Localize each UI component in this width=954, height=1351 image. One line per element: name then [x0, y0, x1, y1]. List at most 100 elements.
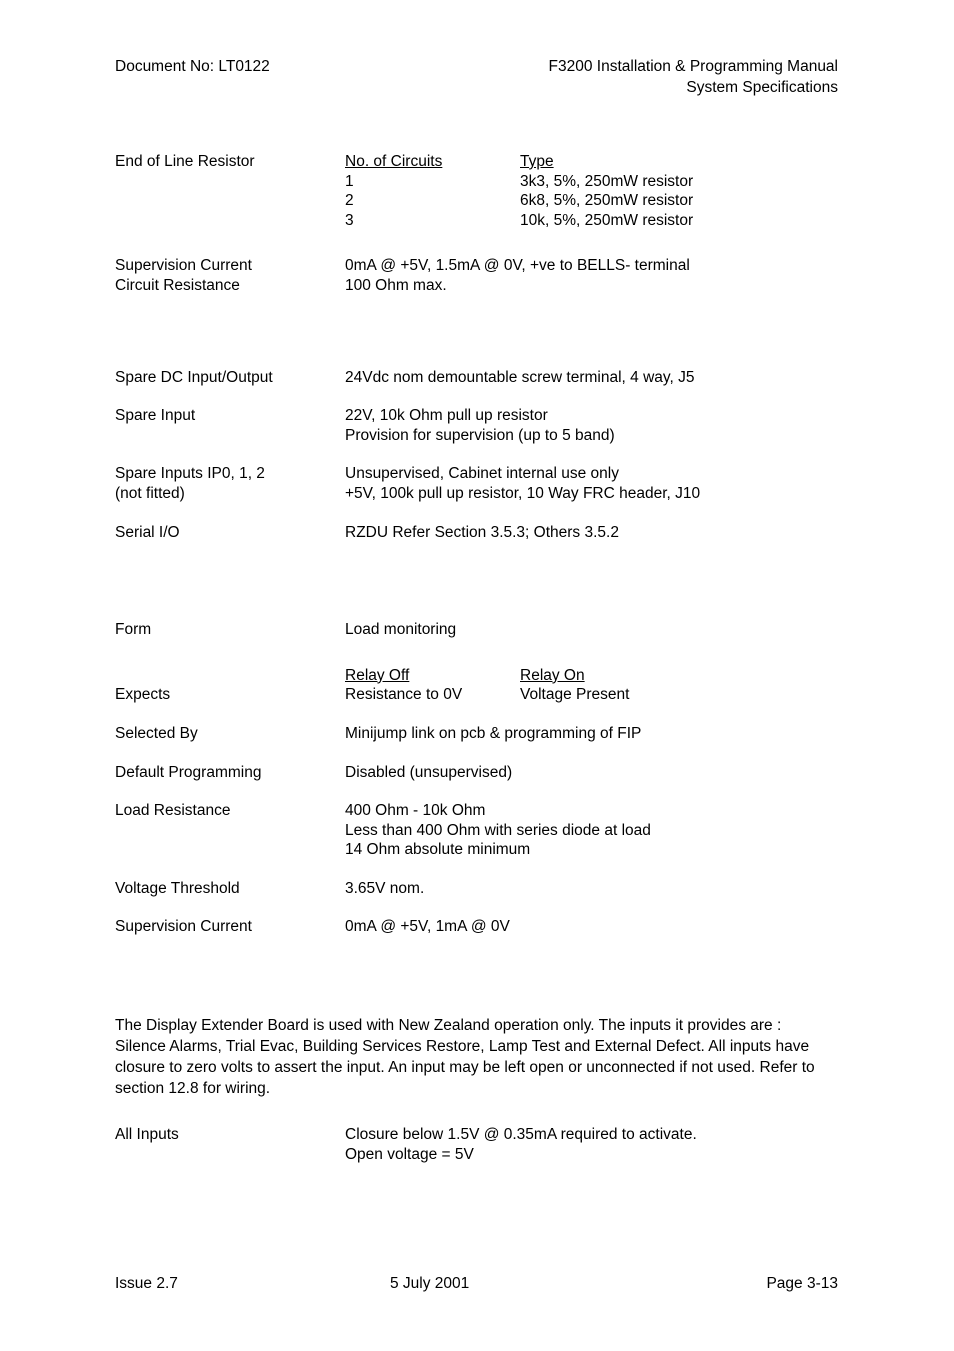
spec-row-circuit-resistance: Circuit Resistance 100 Ohm max.	[115, 276, 875, 296]
spec-label-all-inputs: All Inputs	[115, 1126, 179, 1144]
spec-value-voltage-threshold: 3.65V nom.	[345, 879, 425, 897]
spec-value-spare-input: 22V, 10k Ohm pull up resistor Provision …	[345, 406, 875, 445]
spec-label-serial-io: Serial I/O	[115, 523, 180, 541]
column-header-no-of-circuits: No. of Circuits	[345, 153, 443, 170]
spec-value-serial-io: RZDU Refer Section 3.5.3; Others 3.5.2	[345, 523, 619, 541]
relay-table-header-row: Relay Off Relay On	[115, 666, 875, 686]
spec-label-default-programming: Default Programming	[115, 763, 262, 781]
spec-row-supervision-current-load: Supervision Current 0mA @ +5V, 1mA @ 0V	[115, 917, 875, 937]
spec-row-spare-input: Spare Input 22V, 10k Ohm pull up resisto…	[115, 406, 875, 445]
spec-value-selected-by: Minijump link on pcb & programming of FI…	[345, 724, 642, 742]
eol-circuits-value: 1	[345, 172, 354, 190]
spec-label-spare-inputs-ip: Spare Inputs IP0, 1, 2 (not fitted)	[115, 464, 345, 503]
spec-value-supervision-current-load: 0mA @ +5V, 1mA @ 0V	[345, 918, 510, 936]
relay-on-value: Voltage Present	[520, 686, 630, 704]
column-header-relay-on: Relay On	[520, 666, 585, 684]
spare-inputs-label-line-1: Spare Inputs IP0, 1, 2	[115, 465, 265, 483]
spec-value-load-resistance: 400 Ohm - 10k Ohm Less than 400 Ohm with…	[345, 801, 875, 860]
footer-issue: Issue 2.7	[115, 1275, 178, 1292]
load-resistance-line-1: 400 Ohm - 10k Ohm	[345, 802, 486, 820]
relay-table-row: Resistance to 0V Voltage Present	[345, 685, 875, 705]
spec-row-spare-dc-io: Spare DC Input/Output 24Vdc nom demounta…	[115, 368, 875, 388]
page-header: Document No: LT0122 F3200 Installation &…	[115, 56, 838, 98]
spec-label-voltage-threshold: Voltage Threshold	[115, 879, 240, 897]
eol-type-value: 10k, 5%, 250mW resistor	[520, 211, 694, 229]
spec-row-selected-by: Selected By Minijump link on pcb & progr…	[115, 724, 875, 744]
spec-value-supervision-current: 0mA @ +5V, 1.5mA @ 0V, +ve to BELLS- ter…	[345, 257, 690, 275]
spec-label-load-resistance: Load Resistance	[115, 802, 231, 820]
spec-label-expects: Expects	[115, 686, 171, 704]
spare-inputs-line-1: Unsupervised, Cabinet internal use only	[345, 465, 619, 483]
spare-inputs-label-line-2: (not fitted)	[115, 484, 185, 502]
section-title: System Specifications	[686, 79, 838, 96]
column-header-relay-off: Relay Off	[345, 666, 410, 684]
relay-off-value: Resistance to 0V	[345, 686, 463, 704]
spec-row-all-inputs: All Inputs Closure below 1.5V @ 0.35mA r…	[115, 1125, 875, 1164]
spec-value-spare-dc-io: 24Vdc nom demountable screw terminal, 4 …	[345, 368, 695, 386]
spec-row-default-programming: Default Programming Disabled (unsupervis…	[115, 763, 875, 783]
page-footer: Issue 2.7 5 July 2001 Page 3-13	[115, 1273, 838, 1294]
spec-label-spare-input: Spare Input	[115, 407, 196, 425]
spare-input-line-1: 22V, 10k Ohm pull up resistor	[345, 407, 548, 425]
header-title-block: F3200 Installation & Programming Manual …	[549, 56, 838, 98]
eol-table-row: 2 6k8, 5%, 250mW resistor	[345, 191, 875, 211]
spec-value-spare-inputs-ip: Unsupervised, Cabinet internal use only …	[345, 464, 875, 503]
document-body: End of Line Resistor No. of Circuits Typ…	[115, 152, 875, 1164]
eol-type-value: 3k3, 5%, 250mW resistor	[520, 172, 694, 190]
spec-label-selected-by: Selected By	[115, 724, 198, 742]
spec-label-supervision-current-load: Supervision Current	[115, 918, 252, 936]
eol-table-header-row: No. of Circuits Type	[345, 152, 875, 172]
document-page: Document No: LT0122 F3200 Installation &…	[0, 0, 954, 1351]
column-header-type: Type	[520, 153, 554, 170]
display-extender-board-paragraph: The Display Extender Board is used with …	[115, 1017, 815, 1098]
eol-table-row: 3 10k, 5%, 250mW resistor	[345, 211, 875, 231]
spec-label-form: Form	[115, 621, 152, 639]
spec-row-supervision-current: Supervision Current 0mA @ +5V, 1.5mA @ 0…	[115, 256, 875, 276]
all-inputs-line-2: Open voltage = 5V	[345, 1145, 474, 1163]
eol-type-value: 6k8, 5%, 250mW resistor	[520, 192, 694, 210]
eol-table-row: 1 3k3, 5%, 250mW resistor	[345, 172, 875, 192]
spec-value-eol-resistor: No. of Circuits Type 1 3k3, 5%, 250mW re…	[345, 152, 875, 230]
spec-row-serial-io: Serial I/O RZDU Refer Section 3.5.3; Oth…	[115, 523, 875, 543]
all-inputs-line-1: Closure below 1.5V @ 0.35mA required to …	[345, 1126, 697, 1144]
spec-row-load-resistance: Load Resistance 400 Ohm - 10k Ohm Less t…	[115, 801, 875, 860]
spec-value-circuit-resistance: 100 Ohm max.	[345, 276, 447, 294]
spec-row-voltage-threshold: Voltage Threshold 3.65V nom.	[115, 879, 875, 899]
spec-value-default-programming: Disabled (unsupervised)	[345, 763, 513, 781]
footer-page-number: Page 3-13	[766, 1275, 838, 1292]
footer-date: 5 July 2001	[390, 1275, 470, 1292]
relay-header-label-spacer	[115, 666, 345, 686]
spec-label-eol-resistor: End of Line Resistor	[115, 153, 255, 170]
spec-label-circuit-resistance: Circuit Resistance	[115, 276, 240, 294]
eol-circuits-value: 3	[345, 211, 354, 229]
spec-row-expects: Expects Resistance to 0V Voltage Present	[115, 685, 875, 705]
spare-input-line-2: Provision for supervision (up to 5 band)	[345, 426, 615, 444]
spec-label-supervision-current: Supervision Current	[115, 257, 252, 275]
document-number: Document No: LT0122	[115, 58, 270, 75]
spec-value-all-inputs: Closure below 1.5V @ 0.35mA required to …	[345, 1125, 875, 1164]
load-resistance-line-3: 14 Ohm absolute minimum	[345, 841, 531, 859]
spec-row-spare-inputs-ip: Spare Inputs IP0, 1, 2 (not fitted) Unsu…	[115, 464, 875, 503]
spare-inputs-line-2: +5V, 100k pull up resistor, 10 Way FRC h…	[345, 484, 701, 502]
spec-label-spare-dc-io: Spare DC Input/Output	[115, 368, 273, 386]
load-resistance-line-2: Less than 400 Ohm with series diode at l…	[345, 821, 651, 839]
spec-value-form: Load monitoring	[345, 621, 457, 639]
manual-title: F3200 Installation & Programming Manual	[548, 58, 838, 75]
eol-circuits-value: 2	[345, 192, 354, 210]
spec-row-form: Form Load monitoring	[115, 620, 875, 640]
spec-row-eol-resistor: End of Line Resistor No. of Circuits Typ…	[115, 152, 875, 230]
